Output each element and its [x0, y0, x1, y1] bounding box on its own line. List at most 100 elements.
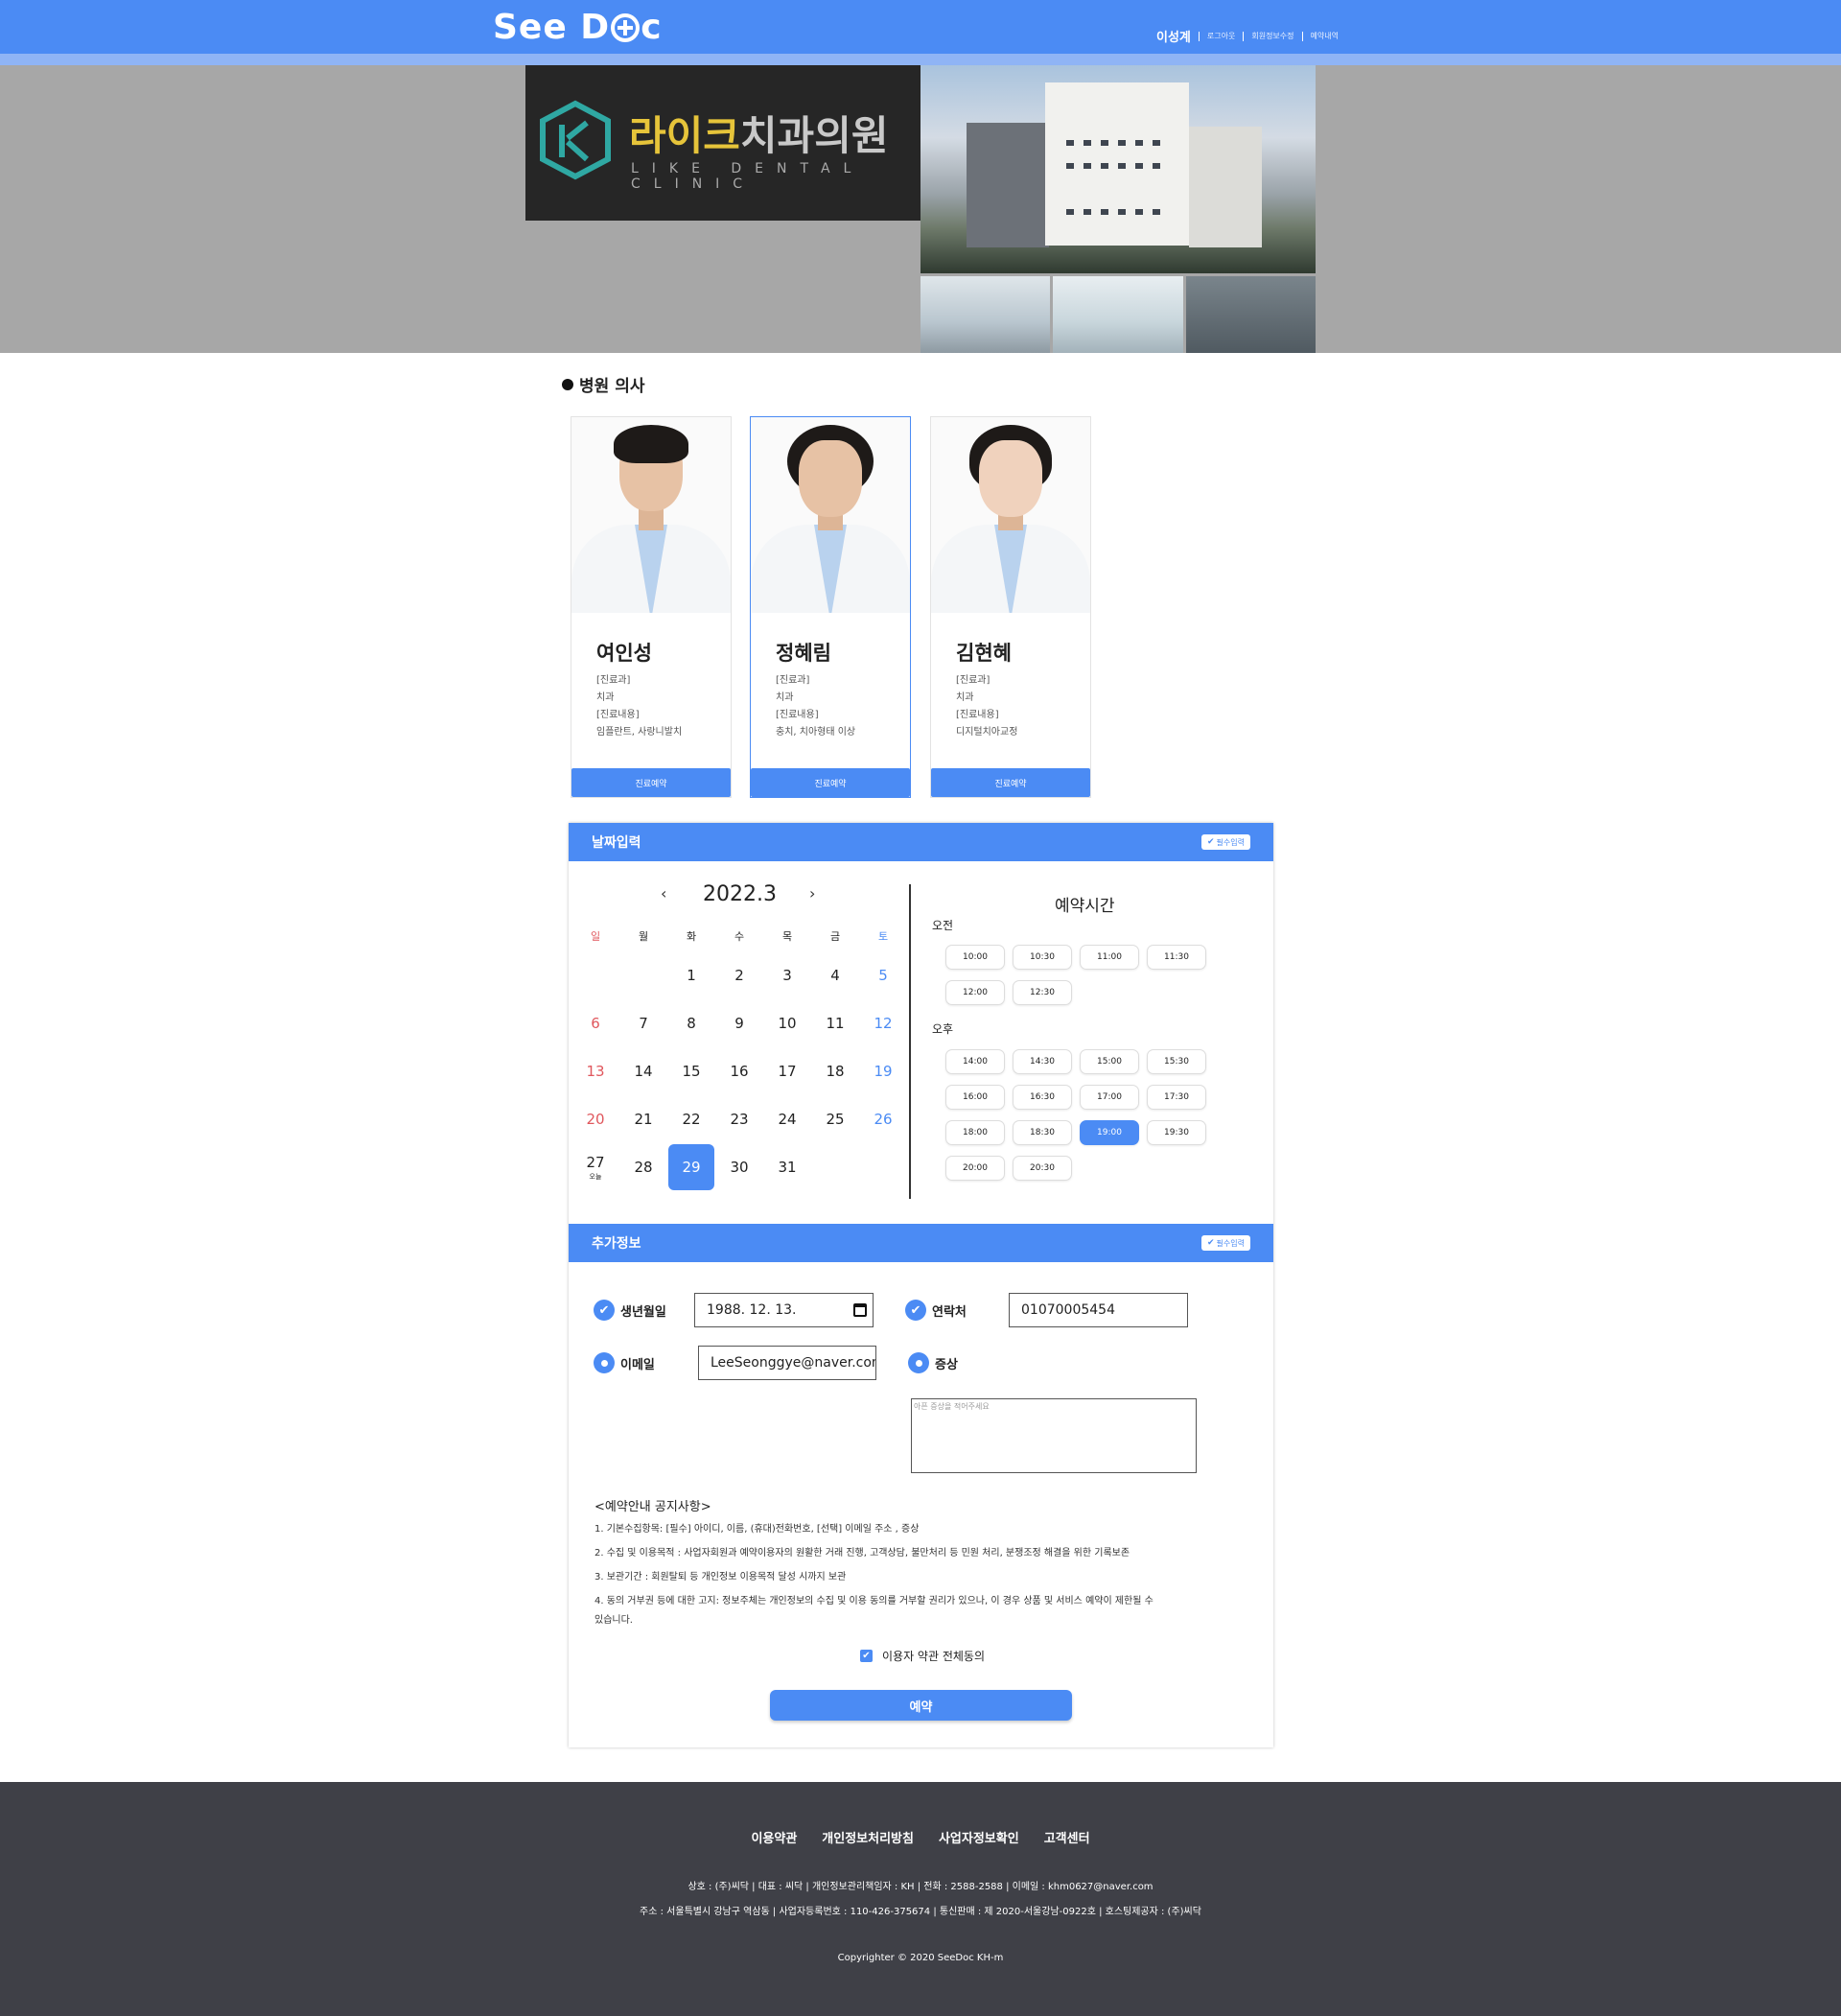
calendar-day[interactable]: 11	[811, 1000, 859, 1046]
email-input[interactable]: LeeSeonggye@naver.com	[698, 1346, 876, 1380]
content-label: [진료내용]	[776, 710, 819, 720]
calendar-day[interactable]: 20	[571, 1096, 619, 1142]
calendar-week: 13 14 15 16 17 18 19	[571, 1047, 907, 1095]
symptom-placeholder: 아픈 증상을 적어주세요	[914, 1402, 990, 1411]
calendar-day[interactable]: 1	[667, 952, 715, 998]
time-slot-button[interactable]: 15:00	[1080, 1049, 1139, 1074]
time-slot-button[interactable]: 17:30	[1147, 1085, 1206, 1110]
calendar-day[interactable]: 7	[619, 1000, 667, 1046]
calendar-day[interactable]: 4	[811, 952, 859, 998]
logout-link[interactable]: 로그아웃	[1207, 31, 1235, 41]
prev-month-button[interactable]: ‹	[661, 884, 666, 903]
agree-checkbox[interactable]: ✔	[860, 1650, 873, 1662]
calendar-day[interactable]: 19	[859, 1048, 907, 1094]
calendar-day[interactable]: 3	[763, 952, 811, 998]
time-slot-button[interactable]: 14:00	[945, 1049, 1005, 1074]
edit-profile-link[interactable]: 회원정보수정	[1251, 31, 1293, 41]
calendar-day[interactable]: 30	[715, 1144, 763, 1190]
birthdate-input[interactable]: 1988. 12. 13.	[694, 1293, 874, 1327]
customer-center-link[interactable]: 고객센터	[1044, 1828, 1090, 1846]
doctor-card[interactable]: 여인성 [진료과] 치과 [진료내용] 임플란트, 사랑니발치 진료예약	[571, 416, 732, 798]
calendar-day[interactable]: 26	[859, 1096, 907, 1142]
book-doctor-button[interactable]: 진료예약	[931, 768, 1090, 797]
time-slot-button[interactable]: 10:30	[1013, 945, 1072, 970]
radio-icon[interactable]	[908, 1352, 929, 1373]
time-slot-button[interactable]: 12:00	[945, 980, 1005, 1005]
calendar-day[interactable]: 18	[811, 1048, 859, 1094]
calendar-week: 20 21 22 23 24 25 26	[571, 1095, 907, 1143]
required-badge: ✔ 필수입력	[1201, 834, 1250, 850]
building-right	[1189, 127, 1262, 247]
calendar-day[interactable]: 2	[715, 952, 763, 998]
calendar-day[interactable]: 8	[667, 1000, 715, 1046]
interior-thumbnail[interactable]	[1053, 276, 1183, 353]
calendar-day-today[interactable]: 27 오늘	[571, 1144, 619, 1190]
calendar-day[interactable]: 10	[763, 1000, 811, 1046]
email-value: LeeSeonggye@naver.com	[711, 1355, 876, 1371]
time-slot-button-selected[interactable]: 19:00	[1080, 1120, 1139, 1145]
calendar-day[interactable]: 25	[811, 1096, 859, 1142]
dept-value: 치과	[956, 692, 974, 703]
seedoc-logo[interactable]: See D c	[493, 8, 663, 47]
calendar-day[interactable]: 14	[619, 1048, 667, 1094]
divider	[1198, 31, 1200, 41]
interior-thumbnail[interactable]	[1185, 276, 1316, 353]
calendar-day[interactable]: 22	[667, 1096, 715, 1142]
weekday-label: 토	[877, 930, 889, 943]
time-slot-button[interactable]: 11:00	[1080, 945, 1139, 970]
calendar-day[interactable]: 17	[763, 1048, 811, 1094]
radio-icon[interactable]	[594, 1352, 615, 1373]
time-slot-button[interactable]: 20:00	[945, 1156, 1005, 1181]
time-slot-button[interactable]: 16:00	[945, 1085, 1005, 1110]
time-slot-button[interactable]: 18:00	[945, 1120, 1005, 1145]
top-bar-strip	[0, 54, 1841, 65]
time-slot-button[interactable]: 15:30	[1147, 1049, 1206, 1074]
terms-link[interactable]: 이용약관	[751, 1828, 797, 1846]
calendar-day[interactable]: 6	[571, 1000, 619, 1046]
calendar-day-selected[interactable]: 29	[668, 1144, 714, 1190]
time-slot-button[interactable]: 10:00	[945, 945, 1005, 970]
symptom-textarea[interactable]: 아픈 증상을 적어주세요	[911, 1398, 1197, 1473]
extra-info-title: 추가정보	[592, 1236, 641, 1252]
calendar-day[interactable]: 9	[715, 1000, 763, 1046]
time-slot-button[interactable]: 18:30	[1013, 1120, 1072, 1145]
calendar-day[interactable]: 5	[859, 952, 907, 998]
time-slot-button[interactable]: 19:30	[1147, 1120, 1206, 1145]
privacy-policy-link[interactable]: 개인정보처리방침	[822, 1828, 914, 1846]
calendar-day[interactable]: 31	[763, 1144, 811, 1190]
book-doctor-button[interactable]: 진료예약	[751, 768, 910, 797]
reserve-button[interactable]: 예약	[770, 1690, 1072, 1721]
book-doctor-button[interactable]: 진료예약	[571, 768, 731, 797]
calendar-day[interactable]: 12	[859, 1000, 907, 1046]
business-info-link[interactable]: 사업자정보확인	[939, 1828, 1019, 1846]
email-label: 이메일	[594, 1352, 655, 1373]
interior-thumbnail[interactable]	[920, 276, 1051, 353]
calendar-day[interactable]: 23	[715, 1096, 763, 1142]
time-slot-button[interactable]: 14:30	[1013, 1049, 1072, 1074]
doctor-card[interactable]: 김현혜 [진료과] 치과 [진료내용] 디지털치아교정 진료예약	[930, 416, 1091, 798]
time-slot-button[interactable]: 17:00	[1080, 1085, 1139, 1110]
time-slot-button[interactable]: 12:30	[1013, 980, 1072, 1005]
time-slot-button[interactable]: 16:30	[1013, 1085, 1072, 1110]
required-badge: ✔ 필수입력	[1201, 1235, 1250, 1251]
calendar-day[interactable]: 15	[667, 1048, 715, 1094]
reservation-history-link[interactable]: 예약내역	[1311, 31, 1339, 41]
calendar-day[interactable]: 13	[571, 1048, 619, 1094]
weekday-label: 수	[734, 930, 745, 943]
time-slot-button[interactable]: 20:30	[1013, 1156, 1072, 1181]
calendar-day[interactable]: 28	[619, 1144, 667, 1190]
logo-text-right: c	[641, 8, 663, 47]
weekday-label: 목	[781, 930, 793, 943]
calendar-icon[interactable]	[853, 1303, 867, 1317]
dept-label: [진료과]	[776, 675, 810, 686]
phone-input[interactable]: 01070005454	[1009, 1293, 1188, 1327]
next-month-button[interactable]: ›	[809, 884, 815, 903]
doctor-card[interactable]: 정혜림 [진료과] 치과 [진료내용] 충치, 치아형태 이상 진료예약	[750, 416, 911, 798]
check-icon: ✔	[1207, 1238, 1215, 1248]
today-date: 27	[586, 1153, 605, 1171]
time-slot-button[interactable]: 11:30	[1147, 945, 1206, 970]
terms-agree[interactable]: ✔ 이용자 약관 전체동의	[860, 1648, 985, 1664]
calendar-day[interactable]: 16	[715, 1048, 763, 1094]
calendar-day[interactable]: 24	[763, 1096, 811, 1142]
calendar-day[interactable]: 21	[619, 1096, 667, 1142]
